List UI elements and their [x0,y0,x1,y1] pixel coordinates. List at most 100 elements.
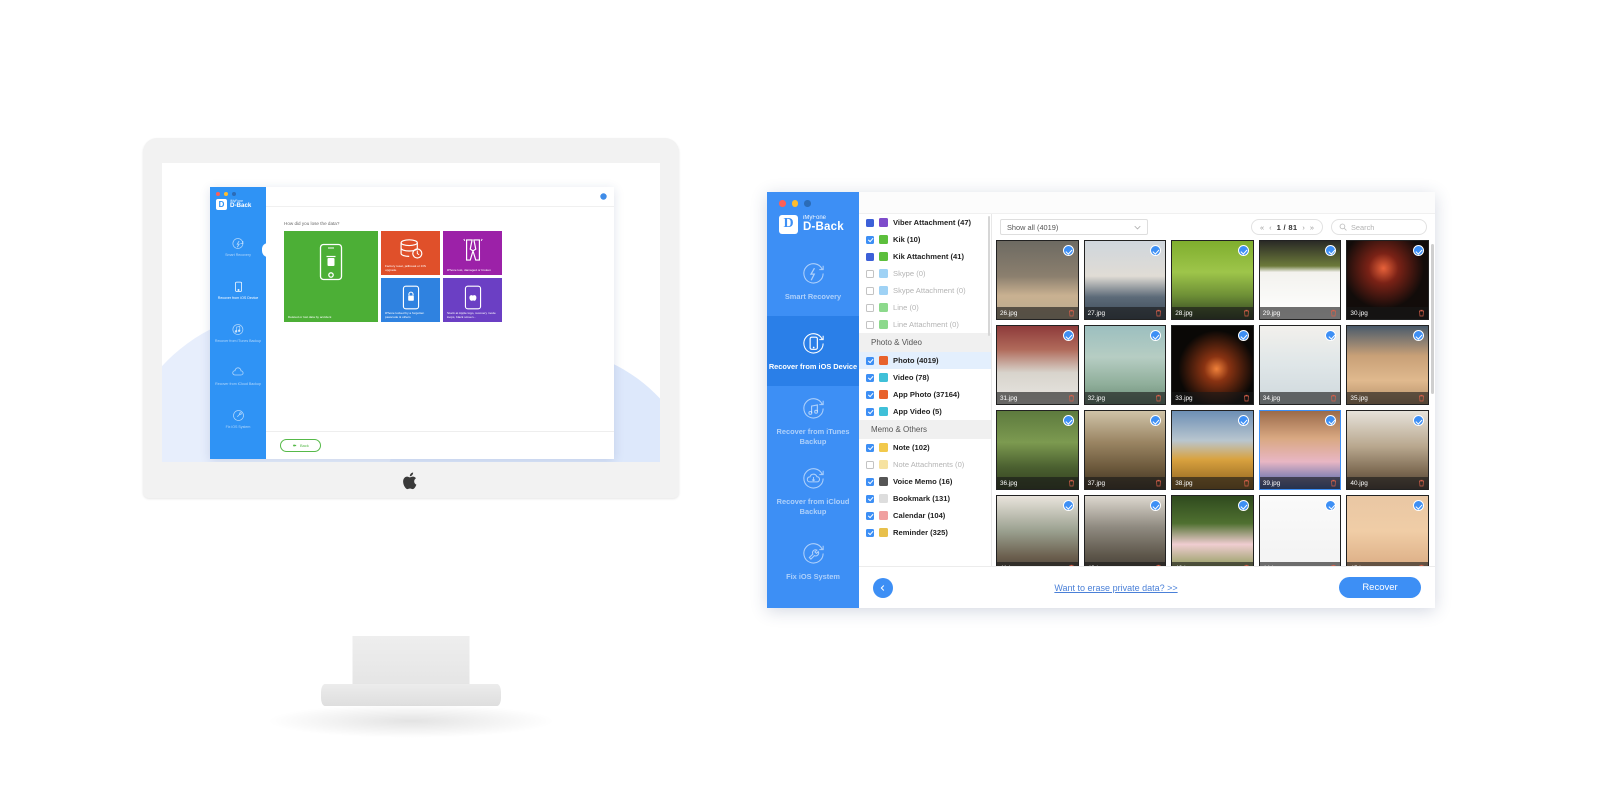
sidebar-item-recover-icloud-backup[interactable]: Recover from iCloud Backup [210,354,266,397]
thumbnail-checkbox[interactable] [1062,330,1074,341]
thumbnail-item[interactable]: 34.jpg [1258,325,1342,405]
thumbnail-item[interactable]: 33.jpg [1171,325,1254,405]
thumbnail-checkbox[interactable] [1062,500,1074,511]
recover-button[interactable]: Recover [1339,577,1421,598]
delete-icon[interactable] [1155,309,1162,317]
thumbnail-item[interactable]: 44.jpg [1258,495,1342,566]
thumbnail-item[interactable]: 43.jpg [1171,495,1254,566]
category-checkbox[interactable] [866,528,874,537]
thumbnail-checkbox[interactable] [1412,330,1424,341]
delete-icon[interactable] [1155,394,1162,402]
tile-lost-damaged[interactable]: iPhone lost, damaged or broken [443,231,502,275]
prev-page-button[interactable]: ‹ [1269,223,1271,232]
category-scrollbar[interactable] [988,216,990,336]
category-row[interactable]: Bookmark (131) [859,490,991,507]
thumbnail-checkbox[interactable] [1237,330,1249,341]
delete-icon[interactable] [1418,564,1425,566]
category-checkbox[interactable] [866,390,874,399]
delete-icon[interactable] [1243,309,1250,317]
search-box[interactable]: Search [1331,219,1427,235]
category-checkbox[interactable] [866,235,874,244]
tile-stuck-apple-logo[interactable]: Stuck at Apple logo, recovery mode loops… [443,278,502,322]
thumbnail-item[interactable]: 30.jpg [1346,240,1429,320]
tile-locked-passcode[interactable]: iPhone locked by a forgotten passcode & … [381,278,440,322]
delete-icon[interactable] [1418,309,1425,317]
delete-icon[interactable] [1330,564,1337,566]
delete-icon[interactable] [1155,479,1162,487]
category-checkbox[interactable] [866,303,874,312]
category-checkbox[interactable] [866,252,874,261]
category-checkbox[interactable] [866,407,874,416]
thumbnail-item[interactable]: 27.jpg [1083,240,1167,320]
tile-deleted-lost-data[interactable]: Deleted or lost data by accident [284,231,378,322]
delete-icon[interactable] [1068,309,1075,317]
close-button[interactable] [779,200,786,207]
erase-private-data-link[interactable]: Want to erase private data? >> [893,583,1339,593]
category-checkbox[interactable] [866,286,874,295]
thumbnail-checkbox[interactable] [1412,245,1424,256]
thumbnail-checkbox[interactable] [1237,500,1249,511]
category-row[interactable]: Calendar (104) [859,507,991,524]
category-row[interactable]: Skype (0) [859,265,991,282]
category-row[interactable]: Note (102) [859,439,991,456]
grid-scrollbar[interactable] [1431,244,1434,394]
last-page-button[interactable]: » [1310,223,1314,232]
category-row[interactable]: Photo (4019) [859,352,991,369]
minimize-button[interactable] [224,192,228,196]
thumbnail-item[interactable]: 38.jpg [1171,410,1254,490]
thumbnail-item[interactable]: 45.jpg [1346,495,1429,566]
thumbnail-item[interactable]: 36.jpg [996,410,1079,490]
thumbnail-checkbox[interactable] [1412,415,1424,426]
thumbnail-item[interactable]: 26.jpg [996,240,1079,320]
close-button[interactable] [216,192,220,196]
filter-select[interactable]: Show all (4019) [1000,219,1148,235]
thumbnail-item[interactable]: 29.jpg [1258,240,1342,320]
delete-icon[interactable] [1068,479,1075,487]
delete-icon[interactable] [1068,394,1075,402]
maximize-button[interactable] [804,200,811,207]
delete-icon[interactable] [1068,564,1075,566]
delete-icon[interactable] [1243,394,1250,402]
sidebar-item-fix-ios-system[interactable]: Fix iOS System [210,397,266,440]
sidebar-item-recover-ios-device[interactable]: Recover from iOS Device [767,316,859,386]
thumbnail-checkbox[interactable] [1412,500,1424,511]
category-list[interactable]: Viber Attachment (47) Kik (10) Kik Attachm… [859,214,992,566]
delete-icon[interactable] [1155,564,1162,566]
category-row[interactable]: Note Attachments (0) [859,456,991,473]
category-checkbox[interactable] [866,494,874,503]
category-row[interactable]: Video (78) [859,369,991,386]
category-checkbox[interactable] [866,460,874,469]
sidebar-item-recover-itunes-backup[interactable]: Recover from iTunes Backup [210,311,266,354]
category-row[interactable]: Voice Memo (16) [859,473,991,490]
category-checkbox[interactable] [866,269,874,278]
thumbnail-checkbox[interactable] [1237,245,1249,256]
help-icon[interactable] [600,193,607,200]
first-page-button[interactable]: « [1260,223,1264,232]
delete-icon[interactable] [1418,394,1425,402]
category-row[interactable]: App Video (5) [859,403,991,420]
thumbnail-item[interactable]: 37.jpg [1083,410,1167,490]
sidebar-item-smart-recovery[interactable]: Smart Recovery [210,225,266,268]
category-row[interactable]: Line (0) [859,299,991,316]
category-row[interactable]: Reminder (325) [859,524,991,541]
minimize-button[interactable] [791,200,798,207]
thumbnail-item[interactable]: 39.jpg [1258,410,1342,490]
category-checkbox[interactable] [866,477,874,486]
sidebar-item-smart-recovery[interactable]: Smart Recovery [767,246,859,316]
category-row[interactable]: Line Attachment (0) [859,316,991,333]
sidebar-item-recover-itunes-backup[interactable]: Recover from iTunes Backup [767,386,859,456]
delete-icon[interactable] [1330,309,1337,317]
category-row[interactable]: Viber Attachment (47) [859,214,991,231]
delete-icon[interactable] [1330,479,1337,487]
thumbnail-item[interactable]: 42.jpg [1083,495,1167,566]
maximize-button[interactable] [232,192,236,196]
thumbnail-item[interactable]: 31.jpg [996,325,1079,405]
sidebar-item-recover-ios-device[interactable]: Recover from iOS Device [210,268,266,311]
thumbnail-checkbox[interactable] [1237,415,1249,426]
category-row[interactable]: Kik (10) [859,231,991,248]
category-checkbox[interactable] [866,320,874,329]
category-row[interactable]: Skype Attachment (0) [859,282,991,299]
thumbnail-item[interactable]: 32.jpg [1083,325,1167,405]
back-button[interactable] [873,577,893,598]
category-checkbox[interactable] [866,443,874,452]
